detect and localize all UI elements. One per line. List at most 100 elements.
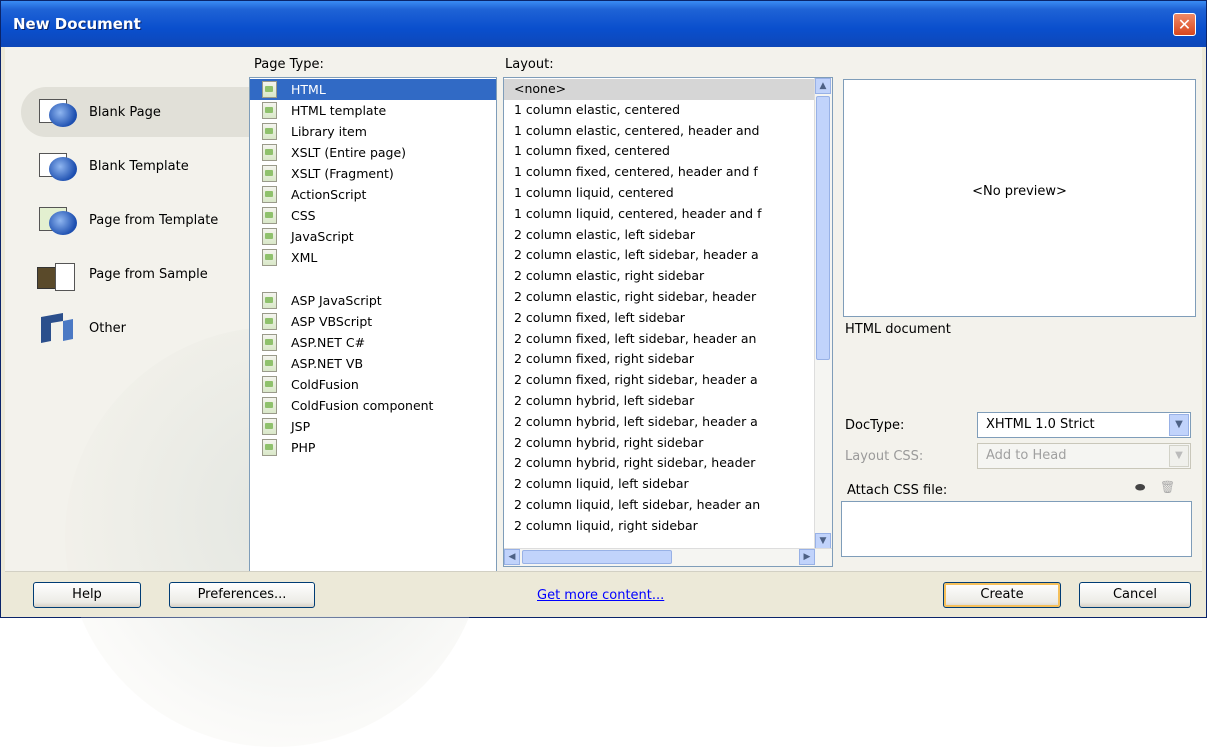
layout-css-select[interactable]: Add to Head ▼ [977, 443, 1191, 469]
layout-item[interactable]: 2 column elastic, right sidebar, header [504, 287, 832, 308]
page-type-item[interactable]: JSP [250, 416, 496, 437]
preview-description: HTML document [845, 322, 951, 337]
layout-item[interactable]: 2 column liquid, left sidebar, header an [504, 495, 832, 516]
page-type-item[interactable]: ASP JavaScript [250, 290, 496, 311]
scroll-up-icon[interactable]: ▲ [815, 78, 831, 94]
page-from-sample-icon [37, 257, 79, 291]
layout-item[interactable]: 1 column elastic, centered, header and [504, 121, 832, 142]
layout-item[interactable]: 1 column fixed, centered, header and f [504, 162, 832, 183]
layout-item[interactable]: 2 column liquid, left sidebar [504, 474, 832, 495]
page-type-item-label: ASP JavaScript [291, 293, 382, 308]
page-type-list[interactable]: HTML HTML template Library item XSLT (Entir… [249, 77, 497, 603]
page-type-item[interactable]: JavaScript [250, 226, 496, 247]
other-icon [37, 311, 79, 345]
page-type-item[interactable]: ASP.NET VB [250, 353, 496, 374]
category-blank-template[interactable]: Blank Template [21, 141, 253, 191]
layout-item[interactable]: <none> [504, 79, 832, 100]
scroll-down-icon[interactable]: ▼ [815, 533, 831, 549]
layout-list[interactable]: <none> 1 column elastic, centered 1 column… [503, 77, 833, 567]
category-label: Blank Template [89, 158, 189, 174]
page-type-item-label: ActionScript [291, 187, 367, 202]
layout-item[interactable]: 2 column fixed, right sidebar [504, 349, 832, 370]
dialog-footer: Help Preferences... Get more content... … [5, 571, 1202, 616]
document-file-icon [262, 186, 277, 203]
attach-css-label: Attach CSS file: [847, 483, 948, 498]
page-type-item-label: HTML [291, 82, 326, 97]
page-type-item[interactable]: XML [250, 247, 496, 268]
layout-horizontal-scrollbar[interactable]: ◀ ▶ [504, 548, 832, 566]
page-type-item-label: CSS [291, 208, 316, 223]
page-type-item[interactable]: XSLT (Fragment) [250, 163, 496, 184]
create-button[interactable]: Create [943, 582, 1061, 608]
layout-item[interactable]: 2 column elastic, left sidebar, header a [504, 245, 832, 266]
preview-pane: <No preview> [843, 79, 1196, 317]
category-label: Page from Template [89, 212, 219, 228]
layout-item[interactable]: 2 column hybrid, left sidebar, header a [504, 412, 832, 433]
page-type-item[interactable]: CSS [250, 205, 496, 226]
trash-icon[interactable]: 🗑 [1160, 480, 1175, 494]
category-page-from-sample[interactable]: Page from Sample [21, 249, 253, 299]
page-type-item-label: PHP [291, 440, 316, 455]
blank-template-icon [37, 149, 79, 183]
layout-item[interactable]: 2 column hybrid, left sidebar [504, 391, 832, 412]
page-type-item[interactable]: Library item [250, 121, 496, 142]
page-type-item[interactable]: ColdFusion component [250, 395, 496, 416]
layout-item[interactable]: 1 column liquid, centered [504, 183, 832, 204]
page-type-item[interactable]: ActionScript [250, 184, 496, 205]
scroll-left-icon[interactable]: ◀ [504, 549, 520, 565]
layout-item[interactable]: 1 column liquid, centered, header and f [504, 204, 832, 225]
category-blank-page[interactable]: Blank Page [21, 87, 253, 137]
layout-item[interactable]: 2 column elastic, right sidebar [504, 266, 832, 287]
page-type-item-label: JSP [291, 419, 311, 434]
layout-item[interactable]: 2 column elastic, left sidebar [504, 225, 832, 246]
layout-label: Layout: [505, 57, 554, 72]
doctype-select[interactable]: XHTML 1.0 Strict ▼ [977, 412, 1191, 438]
page-type-item[interactable]: PHP [250, 437, 496, 458]
chevron-down-icon: ▼ [1169, 445, 1189, 467]
document-file-icon [262, 144, 277, 161]
new-document-dialog: New Document ✕ Blank Page Blank Template… [0, 0, 1207, 747]
get-more-content-link[interactable]: Get more content... [537, 588, 664, 603]
category-label: Blank Page [89, 104, 161, 120]
document-file-icon [262, 165, 277, 182]
page-type-item[interactable]: ASP VBScript [250, 311, 496, 332]
document-file-icon [262, 123, 277, 140]
page-type-item[interactable]: ColdFusion [250, 374, 496, 395]
document-file-icon [262, 207, 277, 224]
page-type-item[interactable]: ASP.NET C# [250, 332, 496, 353]
document-file-icon [262, 439, 277, 456]
category-label: Page from Sample [89, 266, 208, 282]
scroll-right-icon[interactable]: ▶ [799, 549, 815, 565]
layout-item[interactable]: 2 column fixed, left sidebar [504, 308, 832, 329]
close-button[interactable]: ✕ [1173, 13, 1196, 36]
layout-item[interactable]: 2 column hybrid, right sidebar [504, 433, 832, 454]
chevron-down-icon[interactable]: ▼ [1169, 414, 1189, 436]
page-type-item[interactable]: XSLT (Entire page) [250, 142, 496, 163]
layout-item[interactable]: 2 column liquid, right sidebar [504, 516, 832, 537]
page-type-item-label: HTML template [291, 103, 387, 118]
dialog-body: Blank Page Blank Template Page from Temp… [5, 47, 1202, 747]
preferences-button[interactable]: Preferences... [169, 582, 315, 608]
page-type-item-label: JavaScript [291, 229, 354, 244]
layout-item[interactable]: 1 column fixed, centered [504, 141, 832, 162]
layout-vertical-scrollbar[interactable]: ▲ ▼ [814, 78, 832, 549]
layout-css-value: Add to Head [986, 448, 1067, 463]
category-page-from-template[interactable]: Page from Template [21, 195, 253, 245]
category-label: Other [89, 320, 126, 336]
category-other[interactable]: Other [21, 303, 253, 353]
layout-item[interactable]: 2 column fixed, right sidebar, header a [504, 370, 832, 391]
attach-css-list[interactable] [841, 501, 1192, 557]
cancel-button[interactable]: Cancel [1079, 582, 1191, 608]
page-type-label: Page Type: [254, 57, 324, 72]
help-button[interactable]: Help [33, 582, 141, 608]
link-icon[interactable]: ⬬ [1135, 480, 1145, 495]
page-type-item-label: XSLT (Fragment) [291, 166, 394, 181]
layout-item[interactable]: 1 column elastic, centered [504, 100, 832, 121]
scroll-thumb[interactable] [816, 96, 830, 360]
page-type-item[interactable]: HTML [250, 79, 496, 100]
layout-item[interactable]: 2 column fixed, left sidebar, header an [504, 329, 832, 350]
scroll-thumb[interactable] [522, 550, 672, 564]
page-type-item[interactable]: HTML template [250, 100, 496, 121]
layout-item[interactable]: 2 column hybrid, right sidebar, header [504, 453, 832, 474]
document-file-icon [262, 313, 277, 330]
